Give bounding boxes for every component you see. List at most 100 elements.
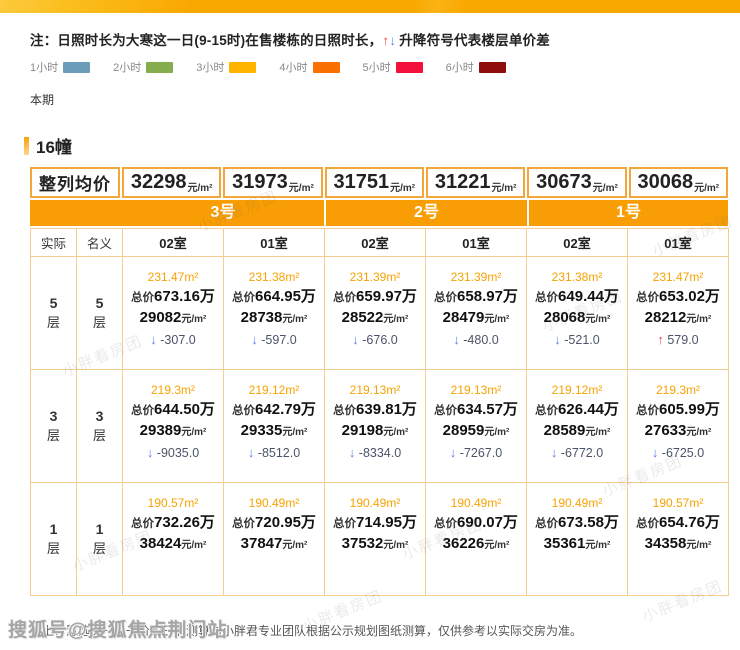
unit-area: 231.47m² xyxy=(123,268,223,287)
unit-area: 231.39m² xyxy=(426,268,526,287)
period-label: 本期 xyxy=(30,91,740,108)
header-room: 01室 xyxy=(224,229,325,257)
total-price-value: 659.97万 xyxy=(356,288,417,305)
avg-price-value: 30068 xyxy=(638,171,694,194)
sqm-price-value: 28479 xyxy=(443,309,485,326)
title-accent-bar xyxy=(24,137,29,155)
legend-item-1h: 1小时 xyxy=(30,59,90,75)
unit-total-price: 总价732.26万 xyxy=(123,513,223,534)
total-price-prefix: 总价 xyxy=(636,405,659,417)
price-unit: 元/m² xyxy=(585,314,610,325)
unit-price-cell: 231.38m²总价649.44万28068元/m²↓ -521.0 xyxy=(527,257,628,370)
down-arrow-icon: ↓ xyxy=(147,445,154,460)
unit-sqm-price: 28479元/m² xyxy=(426,308,526,330)
sqm-price-value: 28068 xyxy=(544,309,586,326)
price-unit: 元/m² xyxy=(686,540,711,551)
total-price-prefix: 总价 xyxy=(535,405,558,417)
floor-suffix: 层 xyxy=(77,313,122,332)
price-unit: 元/m² xyxy=(282,427,307,438)
header-room: 02室 xyxy=(325,229,426,257)
legend-item-4h: 4小时 xyxy=(279,59,339,75)
avg-price-value: 31973 xyxy=(232,171,288,194)
total-price-prefix: 总价 xyxy=(232,405,255,417)
actual-floor-cell: 5层 xyxy=(31,257,77,370)
price-unit: 元/m² xyxy=(585,427,610,438)
sqm-price-value: 34358 xyxy=(645,535,687,552)
unit-total-price: 总价639.81万 xyxy=(325,400,425,421)
avg-price-cell: 31221 元/m² xyxy=(426,167,525,198)
unit-price-cell: 219.12m²总价642.79万29335元/m²↓ -8512.0 xyxy=(224,370,325,483)
total-price-prefix: 总价 xyxy=(535,292,558,304)
sqm-price-value: 35361 xyxy=(544,535,586,552)
price-unit: 元/m² xyxy=(282,540,307,551)
unit-area: 219.3m² xyxy=(123,381,223,400)
down-arrow-icon: ↓ xyxy=(150,332,157,347)
sunshine-note: 注：日照时长为大寒这一日(9-15时)在售楼栋的日照时长，↑↓升降符号代表楼层单… xyxy=(30,29,740,49)
unit-total-price: 总价654.76万 xyxy=(628,513,728,534)
total-price-prefix: 总价 xyxy=(131,518,154,530)
legend-label: 1小时 xyxy=(30,59,58,75)
legend-swatch-3h xyxy=(229,62,256,73)
price-unit: 元/m² xyxy=(181,540,206,551)
building-header-3: 3号 xyxy=(30,200,324,226)
price-unit: 元/m² xyxy=(390,179,415,194)
price-unit: 元/m² xyxy=(282,314,307,325)
down-arrow-icon: ↓ xyxy=(248,445,255,460)
unit-price-cell: 190.49m²总价673.58万35361元/m² xyxy=(527,483,628,596)
unit-price-cell: 231.47m²总价653.02万28212元/m²↑ 579.0 xyxy=(628,257,729,370)
price-diff: ↓ -7267.0 xyxy=(426,443,526,463)
unit-area: 190.49m² xyxy=(527,494,627,513)
unit-area: 231.39m² xyxy=(325,268,425,287)
avg-price-cell: 31973 元/m² xyxy=(223,167,322,198)
price-unit: 元/m² xyxy=(289,179,314,194)
unit-area: 190.57m² xyxy=(628,494,728,513)
unit-sqm-price: 37847元/m² xyxy=(224,534,324,556)
unit-total-price: 总价658.97万 xyxy=(426,287,526,308)
unit-total-price: 总价649.44万 xyxy=(527,287,627,308)
avg-price-label-cell: 整列均价 xyxy=(30,167,120,198)
price-unit: 元/m² xyxy=(383,427,408,438)
total-price-value: 644.50万 xyxy=(154,401,215,418)
table-row: 5层5层231.47m²总价673.16万29082元/m²↓ -307.023… xyxy=(31,257,729,370)
unit-sqm-price: 28212元/m² xyxy=(628,308,728,330)
price-unit: 元/m² xyxy=(181,314,206,325)
total-price-value: 605.99万 xyxy=(659,401,720,418)
price-table: 整列均价 32298 元/m² 31973 元/m² 31751 元/m² 31… xyxy=(30,167,728,596)
sqm-price-value: 28522 xyxy=(342,309,384,326)
sqm-price-value: 29335 xyxy=(241,422,283,439)
floor-number: 3 xyxy=(31,407,76,426)
legend-label: 4小时 xyxy=(279,59,307,75)
unit-area: 219.13m² xyxy=(426,381,526,400)
building-section-title: 16幢 xyxy=(24,133,740,158)
total-price-value: 626.44万 xyxy=(558,401,619,418)
legend-swatch-5h xyxy=(396,62,423,73)
price-unit: 元/m² xyxy=(181,427,206,438)
unit-area: 190.49m² xyxy=(426,494,526,513)
price-unit: 元/m² xyxy=(491,179,516,194)
price-diff: ↓ -676.0 xyxy=(325,330,425,350)
floor-suffix: 层 xyxy=(77,539,122,558)
down-arrow-icon: ↓ xyxy=(453,332,460,347)
price-diff: ↓ -6725.0 xyxy=(628,443,728,463)
unit-area: 231.38m² xyxy=(224,268,324,287)
price-diff: ↓ -6772.0 xyxy=(527,443,627,463)
unit-area: 190.57m² xyxy=(123,494,223,513)
building-title: 16幢 xyxy=(36,133,72,158)
unit-sqm-price: 28068元/m² xyxy=(527,308,627,330)
unit-price-cell: 219.3m²总价605.99万27633元/m²↓ -6725.0 xyxy=(628,370,729,483)
price-diff: ↓ -8334.0 xyxy=(325,443,425,463)
unit-total-price: 总价673.58万 xyxy=(527,513,627,534)
unit-sqm-price: 29082元/m² xyxy=(123,308,223,330)
total-price-prefix: 总价 xyxy=(333,518,356,530)
legend-label: 2小时 xyxy=(113,59,141,75)
unit-price-cell: 231.39m²总价659.97万28522元/m²↓ -676.0 xyxy=(325,257,426,370)
unit-total-price: 总价644.50万 xyxy=(123,400,223,421)
price-diff: ↓ -9035.0 xyxy=(123,443,223,463)
avg-price-cell: 30673 元/m² xyxy=(527,167,626,198)
total-price-prefix: 总价 xyxy=(636,292,659,304)
avg-price-cell: 30068 元/m² xyxy=(629,167,728,198)
price-diff: ↓ -597.0 xyxy=(224,330,324,350)
avg-price-value: 31751 xyxy=(334,171,390,194)
price-unit: 元/m² xyxy=(383,314,408,325)
sqm-price-value: 37532 xyxy=(342,535,384,552)
